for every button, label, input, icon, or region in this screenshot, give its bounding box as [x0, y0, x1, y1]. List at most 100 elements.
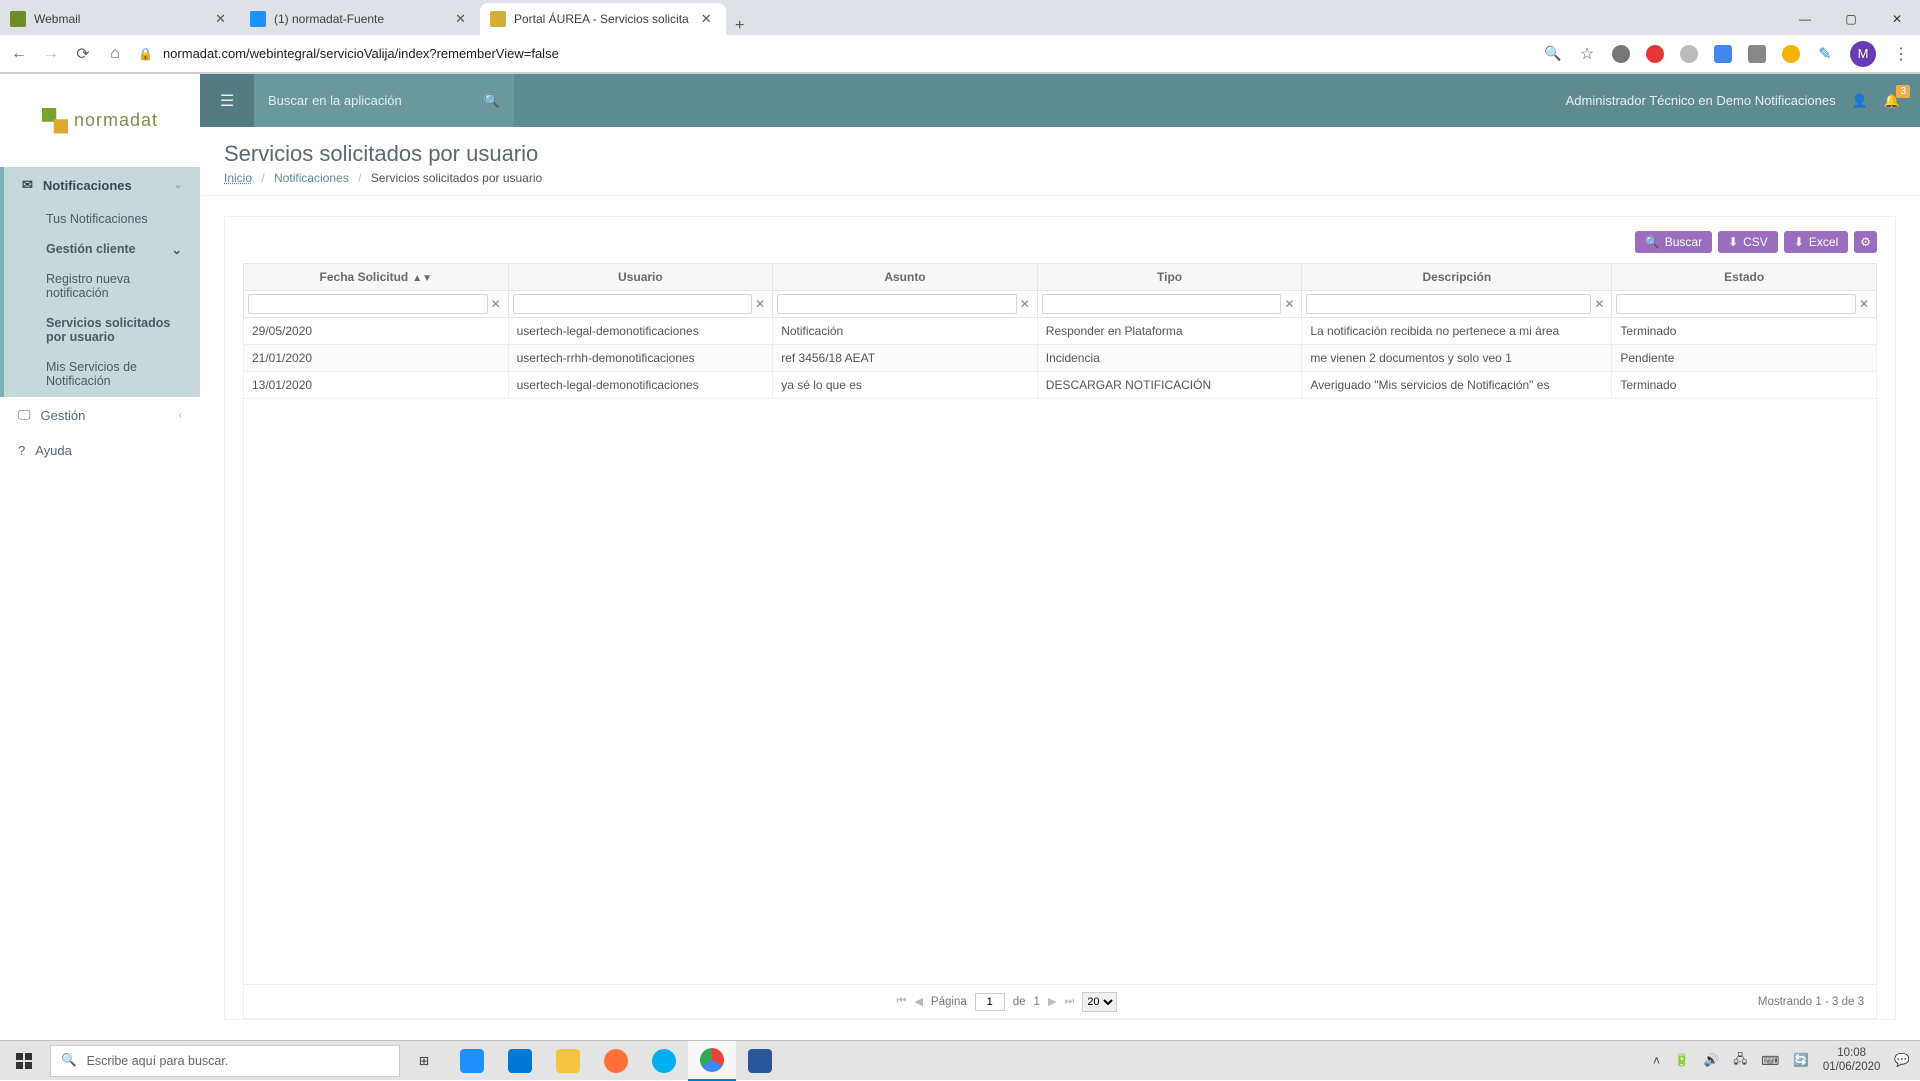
col-estado[interactable]: Estado	[1612, 264, 1877, 291]
filter-tipo[interactable]	[1042, 294, 1282, 314]
pager-prev[interactable]: ◀	[914, 995, 922, 1008]
clear-filter-icon[interactable]: ✕	[1281, 297, 1297, 311]
filter-usuario[interactable]	[513, 294, 753, 314]
sidebar-group-ayuda[interactable]: ? Ayuda	[0, 433, 200, 468]
tray-network-icon[interactable]: 🖧	[1733, 1050, 1747, 1071]
kebab-icon[interactable]: ⋮	[1892, 45, 1910, 63]
buscar-button[interactable]: 🔍Buscar	[1635, 231, 1712, 253]
col-asunto[interactable]: Asunto	[773, 264, 1038, 291]
taskbar-app[interactable]	[544, 1041, 592, 1081]
close-icon[interactable]: ✕	[697, 11, 716, 27]
tab-title: Webmail	[34, 12, 203, 26]
search-icon[interactable]: 🔍	[484, 93, 500, 109]
clear-filter-icon[interactable]: ✕	[488, 297, 504, 311]
task-view-icon[interactable]: ⊞	[400, 1041, 448, 1081]
star-icon[interactable]: ☆	[1578, 45, 1596, 63]
sidebar-item-tus-notificaciones[interactable]: Tus Notificaciones	[4, 203, 200, 235]
taskbar-app[interactable]	[640, 1041, 688, 1081]
pager-size-select[interactable]: 20	[1082, 992, 1117, 1012]
extension-icon[interactable]	[1646, 45, 1664, 63]
back-icon[interactable]: ←	[10, 45, 28, 63]
pager: ⏮ ◀ Página de 1 ▶ ⏭ 20 Mostrando 1 - 3 d…	[243, 985, 1877, 1019]
pager-page-input[interactable]	[975, 993, 1005, 1011]
table-cell: usertech-rrhh-demonotificaciones	[508, 345, 773, 372]
sidebar-group-gestion-cliente[interactable]: Gestión cliente ⌄	[4, 235, 200, 263]
browser-tab[interactable]: Webmail ✕	[0, 3, 240, 35]
col-tipo[interactable]: Tipo	[1037, 264, 1302, 291]
excel-button[interactable]: ⬇Excel	[1784, 231, 1848, 253]
close-icon[interactable]: ✕	[451, 11, 470, 27]
home-icon[interactable]: ⌂	[106, 45, 124, 63]
tray-action-center-icon[interactable]: 💬	[1894, 1053, 1910, 1068]
table-row[interactable]: 29/05/2020usertech-legal-demonotificacio…	[244, 318, 1877, 345]
window-close[interactable]: ✕	[1874, 3, 1920, 35]
col-usuario[interactable]: Usuario	[508, 264, 773, 291]
breadcrumb-home[interactable]: Inicio	[224, 171, 252, 185]
extension-icon[interactable]	[1714, 45, 1732, 63]
extension-icon[interactable]	[1748, 45, 1766, 63]
url-text[interactable]: normadat.com/webintegral/servicioValija/…	[163, 46, 559, 61]
forward-icon[interactable]: →	[42, 45, 60, 63]
profile-avatar[interactable]: M	[1850, 41, 1876, 67]
taskbar-app[interactable]	[592, 1041, 640, 1081]
pager-next[interactable]: ▶	[1048, 995, 1056, 1008]
filter-estado[interactable]	[1616, 294, 1856, 314]
taskbar-app-chrome[interactable]	[688, 1041, 736, 1081]
sidebar-item-mis-servicios[interactable]: Mis Servicios de Notificación	[4, 351, 200, 397]
pager-last[interactable]: ⏭	[1064, 995, 1074, 1008]
table-cell: usertech-legal-demonotificaciones	[508, 318, 773, 345]
filter-descripcion[interactable]	[1306, 294, 1591, 314]
zoom-icon[interactable]: 🔍	[1544, 45, 1562, 63]
extension-icon[interactable]	[1680, 45, 1698, 63]
clear-filter-icon[interactable]: ✕	[752, 297, 768, 311]
sidebar-item-registro-nueva[interactable]: Registro nueva notificación	[4, 263, 200, 309]
window-maximize[interactable]: ▢	[1828, 3, 1874, 35]
close-icon[interactable]: ✕	[211, 11, 230, 27]
table-cell: Terminado	[1612, 372, 1877, 399]
favicon	[490, 11, 506, 27]
windows-search[interactable]: 🔍 Escribe aquí para buscar.	[50, 1045, 400, 1077]
clear-filter-icon[interactable]: ✕	[1017, 297, 1033, 311]
start-button[interactable]	[0, 1041, 48, 1081]
table-cell: Averiguado "Mis servicios de Notificació…	[1302, 372, 1612, 399]
col-descripcion[interactable]: Descripción	[1302, 264, 1612, 291]
tray-chevron-icon[interactable]: ˄	[1653, 1054, 1660, 1068]
tray-battery-icon[interactable]: 🔋	[1674, 1053, 1690, 1068]
csv-button[interactable]: ⬇CSV	[1718, 231, 1778, 253]
pager-first[interactable]: ⏮	[897, 995, 907, 1008]
clear-filter-icon[interactable]: ✕	[1856, 297, 1872, 311]
tray-volume-icon[interactable]: 🔊	[1704, 1053, 1720, 1068]
browser-tab-active[interactable]: Portal ÁUREA - Servicios solicita ✕	[480, 3, 726, 35]
user-label[interactable]: Administrador Técnico en Demo Notificaci…	[1566, 93, 1836, 108]
extension-icon[interactable]	[1782, 45, 1800, 63]
filter-fecha[interactable]	[248, 294, 488, 314]
table-row[interactable]: 13/01/2020usertech-legal-demonotificacio…	[244, 372, 1877, 399]
table-row[interactable]: 21/01/2020usertech-rrhh-demonotificacion…	[244, 345, 1877, 372]
hamburger-icon[interactable]: ☰	[200, 74, 254, 127]
taskbar-app-word[interactable]	[736, 1041, 784, 1081]
taskbar-app[interactable]	[496, 1041, 544, 1081]
tray-keyboard-icon[interactable]: ⌨	[1761, 1053, 1779, 1068]
tray-sync-icon[interactable]: 🔄	[1793, 1053, 1809, 1068]
settings-button[interactable]: ⚙	[1854, 231, 1877, 253]
clear-filter-icon[interactable]: ✕	[1591, 297, 1607, 311]
pen-icon[interactable]: ✎	[1816, 45, 1834, 63]
sidebar-group-gestion[interactable]: 🖵 Gestión ‹	[0, 397, 200, 433]
reload-icon[interactable]: ⟳	[74, 45, 92, 63]
search-input[interactable]	[268, 93, 474, 108]
envelope-icon: ✉	[22, 177, 33, 193]
filter-asunto[interactable]	[777, 294, 1017, 314]
monitor-icon: 🖵	[18, 407, 31, 423]
tray-clock[interactable]: 10:08 01/06/2020	[1823, 1047, 1881, 1073]
sidebar-item-servicios-solicitados[interactable]: Servicios solicitados por usuario	[4, 309, 200, 351]
taskbar-app[interactable]	[448, 1041, 496, 1081]
col-fecha[interactable]: Fecha Solicitud▲▼	[244, 264, 509, 291]
notifications-button[interactable]: 🔔3	[1884, 93, 1900, 109]
browser-tab[interactable]: (1) normadat-Fuente ✕	[240, 3, 480, 35]
new-tab-button[interactable]: +	[726, 17, 754, 35]
window-minimize[interactable]: —	[1782, 3, 1828, 35]
sidebar-group-notificaciones[interactable]: ✉ Notificaciones ⌄	[4, 167, 200, 203]
app-search[interactable]: 🔍	[254, 74, 514, 127]
breadcrumb-mid[interactable]: Notificaciones	[274, 171, 349, 185]
extension-icon[interactable]	[1612, 45, 1630, 63]
